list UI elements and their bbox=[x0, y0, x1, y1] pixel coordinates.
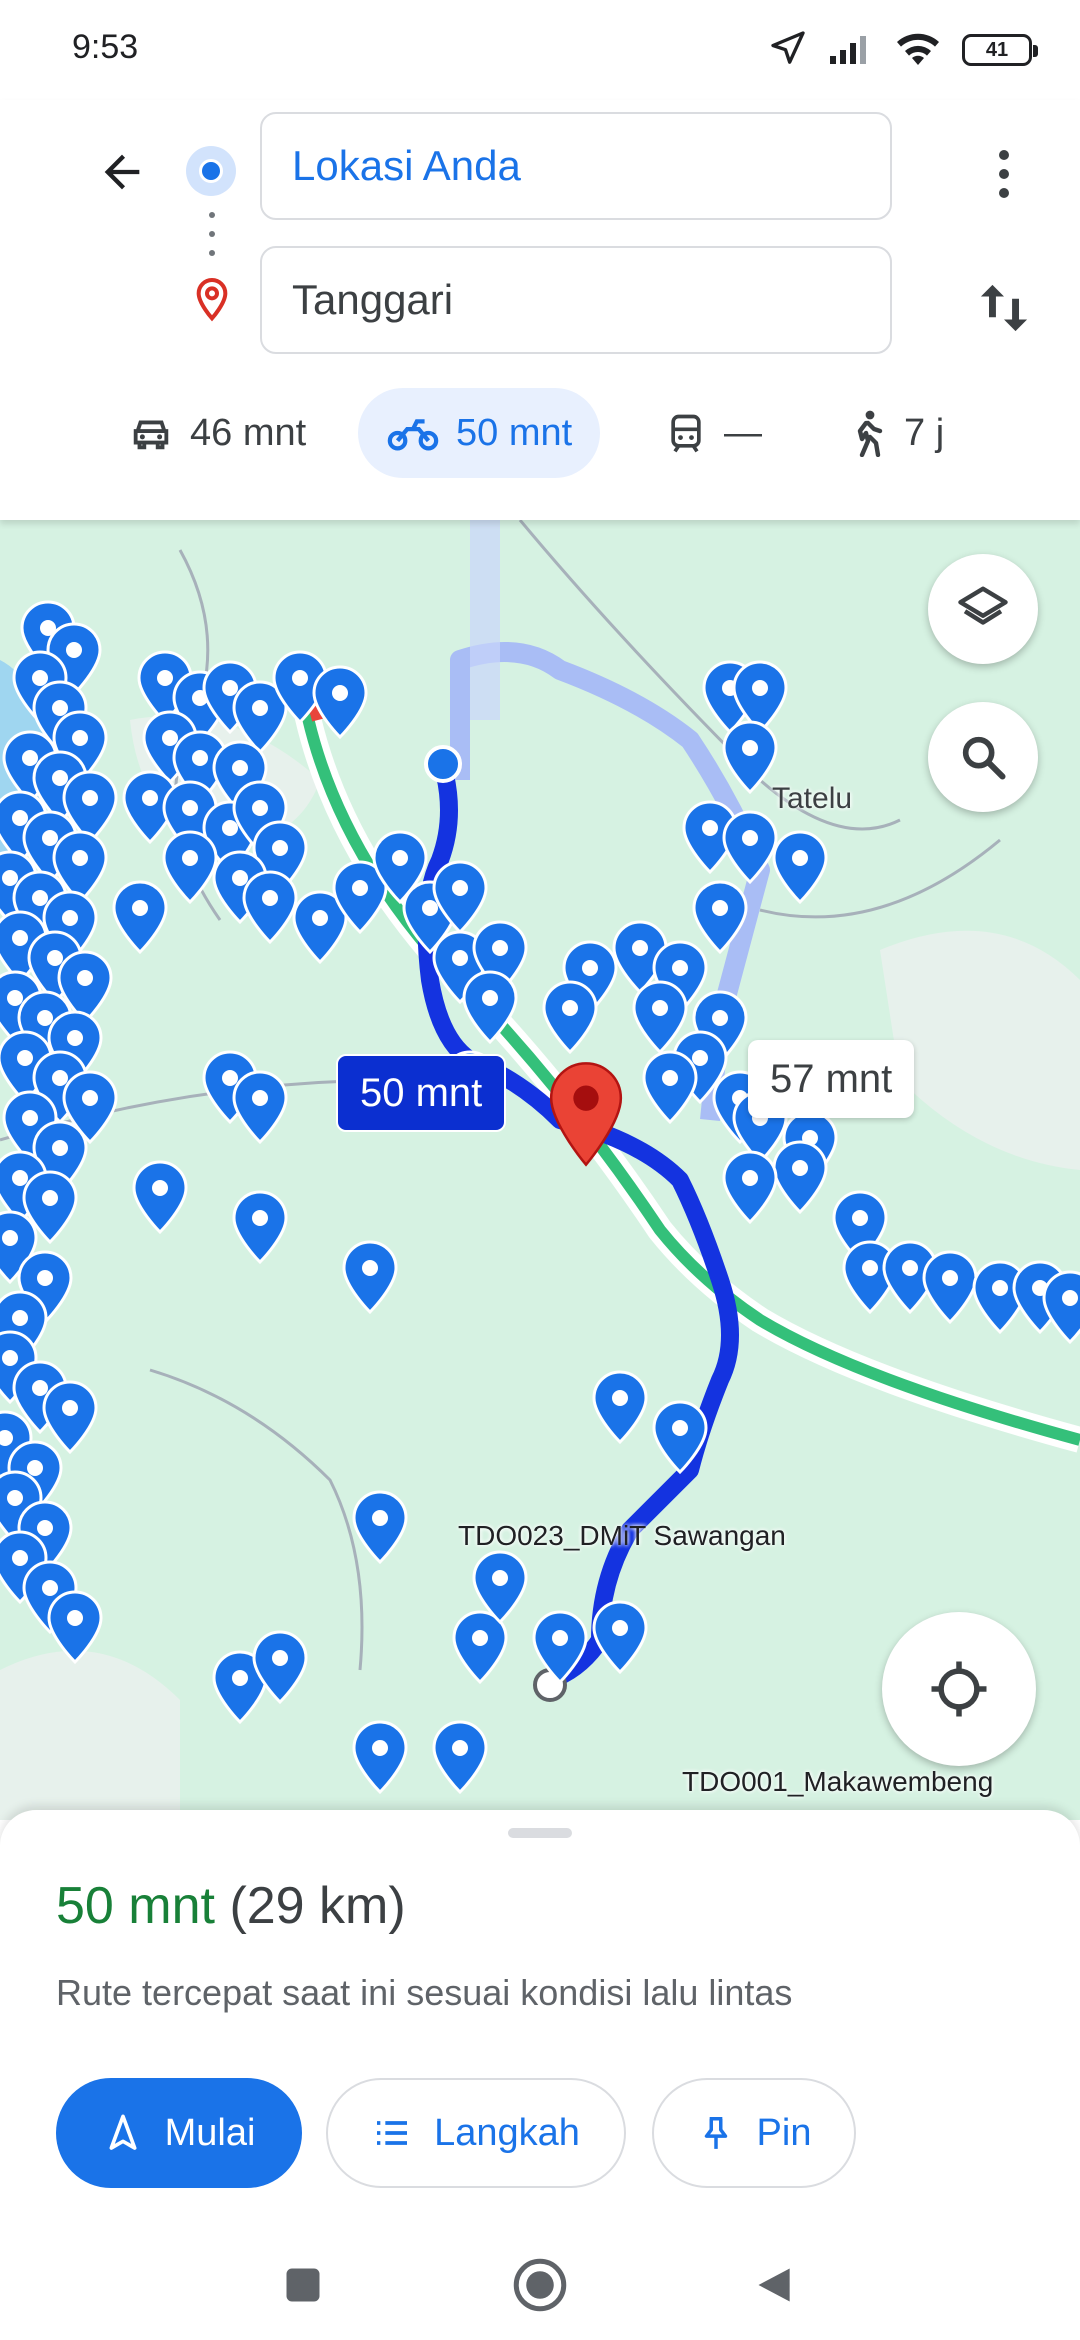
car-icon bbox=[133, 420, 169, 450]
poi-marker-icon[interactable] bbox=[732, 660, 788, 735]
poi-marker-icon[interactable] bbox=[232, 1070, 288, 1145]
directions-header: Lokasi Anda Tanggari 46 mnt 50 mnt — 7 j bbox=[0, 100, 1080, 520]
poi-marker-icon[interactable] bbox=[462, 970, 518, 1045]
destination-pin-icon bbox=[192, 276, 232, 329]
poi-marker-icon[interactable] bbox=[432, 1720, 488, 1795]
poi-marker-icon[interactable] bbox=[342, 1240, 398, 1315]
route-time-bubble-alternate[interactable]: 57 mnt bbox=[748, 1040, 915, 1118]
transit-icon bbox=[671, 414, 701, 453]
poi-marker-icon[interactable] bbox=[42, 1380, 98, 1455]
poi-marker-icon[interactable] bbox=[722, 810, 778, 885]
poi-marker-icon[interactable] bbox=[922, 1250, 978, 1325]
route-summary-title: 50 mnt (29 km) bbox=[56, 1876, 406, 1936]
route-description: Rute tercepat saat ini sesuai kondisi la… bbox=[56, 1972, 793, 2013]
more-options-button[interactable] bbox=[974, 138, 1034, 210]
mode-motorcycle-tab[interactable]: 50 mnt bbox=[358, 388, 601, 478]
swap-icon bbox=[980, 284, 1028, 332]
arrow-back-icon bbox=[104, 154, 140, 190]
list-icon bbox=[377, 2121, 408, 2145]
poi-marker-icon[interactable] bbox=[722, 1150, 778, 1225]
mode-car-tab[interactable]: 46 mnt bbox=[100, 388, 334, 478]
place-label-makawembeng[interactable]: TDO001_Makawembeng bbox=[682, 1766, 993, 1798]
recent-apps-button[interactable] bbox=[268, 2250, 338, 2320]
poi-marker-icon[interactable] bbox=[312, 665, 368, 740]
travel-modes: 46 mnt 50 mnt — 7 j bbox=[0, 388, 1080, 484]
wifi-icon bbox=[894, 29, 942, 72]
mode-car-label: 46 mnt bbox=[190, 411, 307, 454]
layers-icon bbox=[958, 586, 1008, 625]
poi-marker-icon[interactable] bbox=[232, 1190, 288, 1265]
status-icons: 41 bbox=[768, 26, 1038, 74]
poi-marker-icon[interactable] bbox=[242, 870, 298, 945]
start-button[interactable]: Mulai bbox=[56, 2078, 302, 2188]
place-label-tatelu: Tatelu bbox=[772, 782, 853, 815]
poi-marker-icon[interactable] bbox=[532, 1610, 588, 1685]
mode-walk-label: 7 j bbox=[904, 411, 945, 454]
back-button[interactable] bbox=[86, 136, 158, 208]
poi-marker-icon[interactable] bbox=[1042, 1270, 1080, 1345]
layers-button[interactable] bbox=[928, 554, 1038, 664]
system-navigation-bar bbox=[0, 2230, 1080, 2340]
poi-marker-icon[interactable] bbox=[352, 1490, 408, 1565]
route-time-bubble-primary[interactable]: 50 mnt bbox=[336, 1054, 507, 1132]
status-time: 9:53 bbox=[72, 28, 139, 66]
poi-marker-icon[interactable] bbox=[132, 1160, 188, 1235]
search-along-route-button[interactable] bbox=[928, 702, 1038, 812]
poi-marker-icon[interactable] bbox=[592, 1370, 648, 1445]
home-circle-icon bbox=[513, 2258, 567, 2312]
sheet-handle[interactable] bbox=[508, 1828, 572, 1838]
route-connector bbox=[209, 212, 215, 256]
pin-button[interactable]: Pin bbox=[652, 2078, 856, 2188]
motorcycle-icon bbox=[387, 419, 439, 451]
battery-icon: 41 bbox=[962, 34, 1038, 66]
poi-marker-icon[interactable] bbox=[772, 830, 828, 905]
signal-icon bbox=[828, 30, 874, 71]
poi-marker-icon[interactable] bbox=[722, 720, 778, 795]
pin-icon bbox=[704, 2117, 727, 2149]
poi-marker-icon[interactable] bbox=[652, 1400, 708, 1475]
crosshair-icon bbox=[931, 1661, 987, 1717]
home-button[interactable] bbox=[505, 2250, 575, 2320]
steps-button-label: Langkah bbox=[434, 2111, 580, 2154]
origin-location-icon bbox=[186, 146, 236, 196]
status-bar: 9:53 41 bbox=[0, 0, 1080, 100]
swap-button[interactable] bbox=[964, 268, 1044, 348]
system-back-button[interactable] bbox=[740, 2250, 810, 2320]
poi-marker-icon[interactable] bbox=[162, 830, 218, 905]
poi-marker-icon[interactable] bbox=[112, 880, 168, 955]
poi-marker-icon[interactable] bbox=[692, 880, 748, 955]
walk-icon bbox=[857, 410, 883, 457]
mode-motorcycle-label: 50 mnt bbox=[456, 411, 573, 454]
triangle-back-icon bbox=[758, 2268, 790, 2302]
location-arrow-icon bbox=[768, 28, 808, 73]
route-summary-sheet[interactable]: 50 mnt (29 km) Rute tercepat saat ini se… bbox=[0, 1810, 1080, 2230]
search-icon bbox=[962, 736, 1006, 780]
place-label-sawangan[interactable]: TDO023_DMiT Sawangan bbox=[458, 1520, 786, 1552]
route-duration: 50 mnt bbox=[56, 1877, 215, 1935]
poi-marker-icon[interactable] bbox=[452, 1610, 508, 1685]
start-button-label: Mulai bbox=[164, 2111, 256, 2154]
poi-marker-icon[interactable] bbox=[772, 1140, 828, 1215]
poi-marker-icon[interactable] bbox=[592, 1600, 648, 1675]
poi-marker-icon[interactable] bbox=[642, 1050, 698, 1125]
destination-marker-icon bbox=[549, 1062, 623, 1167]
mode-walk-tab[interactable]: 7 j bbox=[820, 388, 972, 478]
my-location-button[interactable] bbox=[882, 1612, 1036, 1766]
steps-button[interactable]: Langkah bbox=[326, 2078, 626, 2188]
origin-field[interactable]: Lokasi Anda bbox=[260, 112, 892, 220]
mode-transit-tab[interactable]: — bbox=[636, 388, 790, 478]
pin-button-label: Pin bbox=[756, 2111, 812, 2154]
poi-marker-icon[interactable] bbox=[47, 1590, 103, 1665]
mode-transit-label: — bbox=[724, 411, 762, 454]
poi-marker-icon[interactable] bbox=[542, 980, 598, 1055]
destination-field[interactable]: Tanggari bbox=[260, 246, 892, 354]
poi-marker-icon[interactable] bbox=[352, 1720, 408, 1795]
route-distance: (29 km) bbox=[229, 1877, 406, 1935]
navigation-arrow-icon bbox=[109, 2114, 137, 2150]
square-icon bbox=[286, 2268, 320, 2302]
map-view[interactable]: Tatelu TDO023_DMiT Sawangan TDO001_Makaw… bbox=[0, 520, 1080, 1820]
